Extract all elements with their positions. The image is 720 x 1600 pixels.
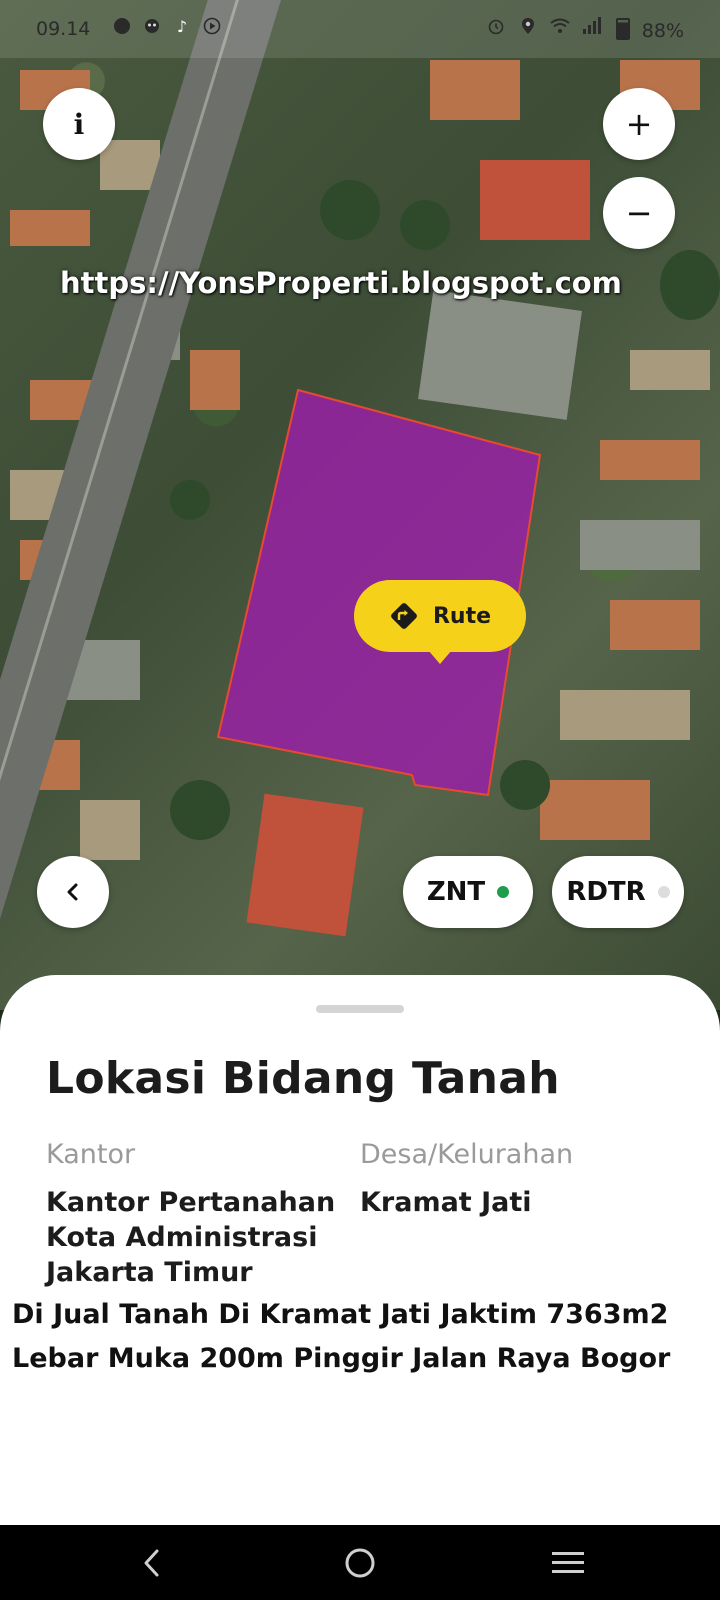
listing-caption: Di Jual Tanah Di Kramat Jati Jaktim 7363… [12, 1293, 712, 1381]
app-icon [142, 16, 162, 36]
zoom-out-button[interactable]: − [603, 177, 675, 249]
alarm-icon [486, 16, 506, 36]
home-nav-icon[interactable] [336, 1539, 384, 1587]
caption-line: Di Jual Tanah Di Kramat Jati Jaktim 7363… [12, 1299, 669, 1330]
status-time: 09.14 [36, 18, 91, 40]
kantor-value-line: Kantor Pertanahan [46, 1187, 336, 1218]
minus-icon: − [625, 194, 653, 232]
znt-label: ZNT [426, 877, 486, 907]
signal-icon [582, 16, 602, 36]
desa-label: Desa/Kelurahan [360, 1139, 574, 1170]
system-navigation-bar [0, 1525, 720, 1600]
info-button[interactable]: i [43, 88, 115, 160]
parcel-info-sheet[interactable]: Lokasi Bidang Tanah Kantor Desa/Keluraha… [0, 975, 720, 1525]
info-icon: i [73, 107, 85, 141]
tiktok-icon: ♪ [176, 16, 188, 36]
caption-line: Lebar Muka 200m Pinggir Jalan Raya Bogor [12, 1343, 671, 1374]
znt-toggle-button[interactable]: ZNT [403, 856, 533, 928]
znt-status-dot [497, 886, 510, 898]
watermark-text: https://YonsProperti.blogspot.com [60, 266, 622, 300]
directions-icon [389, 601, 419, 631]
plus-icon: + [625, 105, 653, 143]
route-label: Rute [432, 603, 492, 629]
desa-value: Kramat Jati [360, 1187, 532, 1218]
zoom-in-button[interactable]: + [603, 88, 675, 160]
rdtr-status-dot [657, 886, 670, 898]
sheet-drag-handle[interactable] [316, 1005, 404, 1013]
kantor-value-line: Jakarta Timur [46, 1257, 253, 1288]
kantor-label: Kantor [46, 1139, 136, 1170]
battery-indicator: 88% [615, 18, 684, 42]
wifi-icon [550, 16, 570, 36]
back-nav-icon[interactable] [128, 1539, 176, 1587]
kantor-value-line: Kota Administrasi [46, 1222, 318, 1253]
back-button[interactable] [37, 856, 109, 928]
battery-percent: 88% [641, 20, 684, 42]
route-button[interactable]: Rute [354, 580, 526, 664]
rdtr-label: RDTR [566, 877, 646, 907]
location-icon [518, 16, 538, 36]
status-bar: 09.14 ♪ 88% [0, 0, 720, 58]
battery-icon [615, 18, 630, 40]
whatsapp-icon [112, 16, 132, 36]
chevron-left-icon [61, 880, 85, 904]
recents-nav-icon[interactable] [544, 1539, 592, 1587]
kantor-value: Kantor Pertanahan Kota Administrasi Jaka… [46, 1185, 335, 1290]
sheet-title: Lokasi Bidang Tanah [46, 1053, 560, 1104]
play-icon [202, 16, 222, 36]
rdtr-toggle-button[interactable]: RDTR [552, 856, 684, 928]
